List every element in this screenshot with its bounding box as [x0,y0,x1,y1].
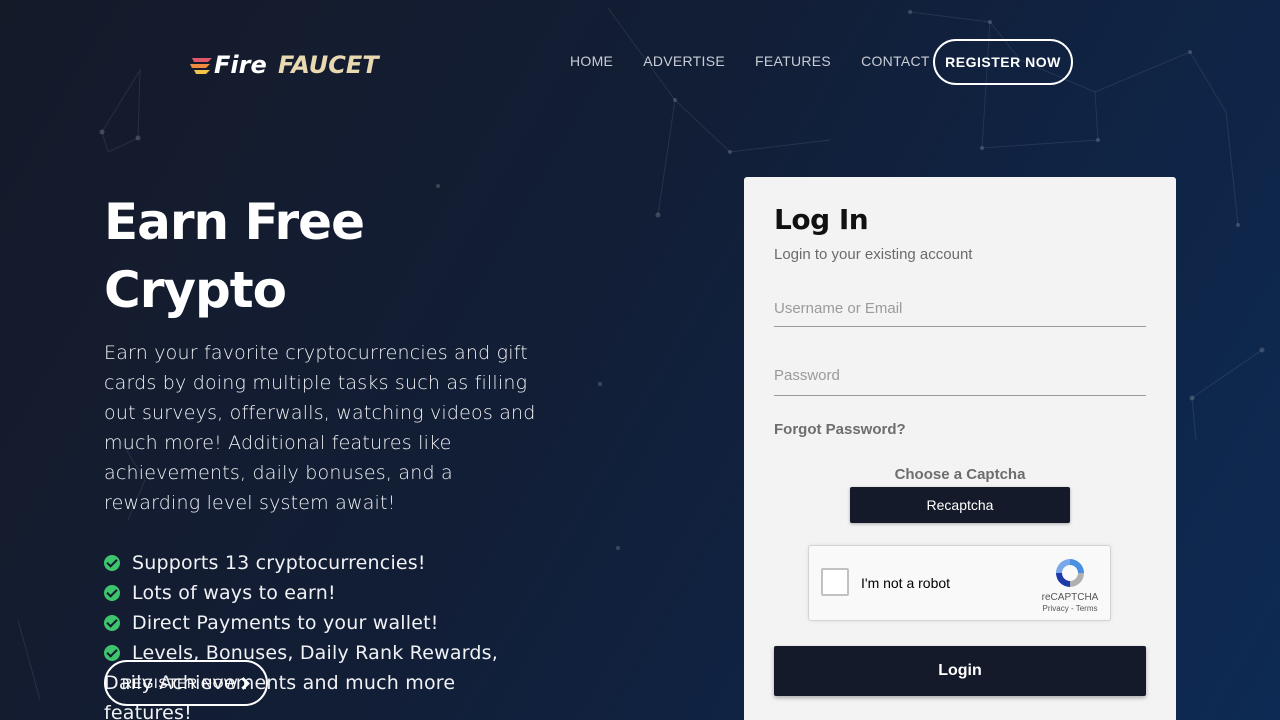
hero-register-label: REGISTER NOW [122,675,238,691]
nav-home[interactable]: HOME [570,53,613,69]
feature-text: Lots of ways to earn! [132,582,336,604]
check-circle-icon [104,645,120,661]
captcha-label: Choose a Captcha [894,466,1026,483]
recaptcha-widget: I'm not a robot reCAPTCHA Privacy - Term… [808,545,1111,621]
password-input[interactable] [774,355,1146,396]
nav-features[interactable]: FEATURES [755,53,831,69]
login-button[interactable]: Login [774,646,1146,696]
hero-register-button[interactable]: REGISTER NOW [104,660,268,706]
hero-description: Earn your favorite cryptocurrencies and … [104,342,536,514]
recaptcha-brand: reCAPTCHA [1041,592,1099,603]
captcha-select[interactable]: Recaptcha [850,487,1070,523]
forgot-password-link[interactable]: Forgot Password? [774,421,906,438]
check-circle-icon [104,615,120,631]
login-card: Log In Login to your existing account Fo… [744,177,1176,720]
username-input[interactable] [774,291,1146,327]
nav-contact[interactable]: CONTACT [861,53,930,69]
feature-item: Lots of ways to earn! [104,578,544,608]
feature-text: Direct Payments to your wallet! [132,612,439,634]
feature-item: Direct Payments to your wallet! [104,608,544,638]
recaptcha-checkbox[interactable] [821,568,849,596]
hero-section: Earn Free Crypto Earn your favorite cryp… [104,188,544,720]
nav-advertise[interactable]: ADVERTISE [643,53,725,69]
chevron-right-icon [237,677,250,690]
feature-text: Supports 13 cryptocurrencies! [132,552,426,574]
recaptcha-label: I'm not a robot [861,575,951,591]
feature-item: Supports 13 cryptocurrencies! [104,548,544,578]
logo-text-fire: Fire [214,51,267,79]
flame-icon [190,58,212,74]
logo-text-faucet: FAUCET [278,51,380,79]
recaptcha-logo-icon [1056,559,1084,587]
check-circle-icon [104,585,120,601]
logo[interactable]: Fire FAUCET [190,48,422,80]
hero-title: Earn Free Crypto [104,193,365,319]
main-nav: HOME ADVERTISE FEATURES CONTACT [570,53,960,69]
check-circle-icon [104,555,120,571]
nav-register-button[interactable]: REGISTER NOW [933,39,1073,85]
login-subtitle: Login to your existing account [774,246,973,263]
recaptcha-links[interactable]: Privacy - Terms [1031,604,1109,613]
login-title: Log In [774,203,869,236]
